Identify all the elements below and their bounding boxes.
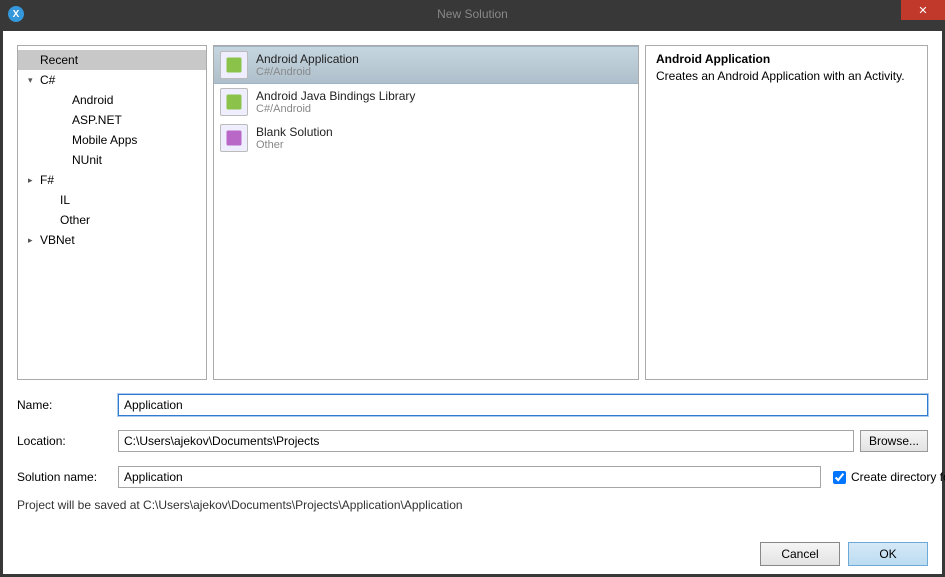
template-title: Android Java Bindings Library: [256, 89, 415, 103]
solution-name-row: Solution name: Create directory for solu…: [17, 466, 928, 488]
tree-item-label: Mobile Apps: [72, 133, 137, 147]
tree-item[interactable]: ▸VBNet: [18, 230, 206, 250]
close-icon: ✕: [918, 4, 927, 17]
tree-item[interactable]: Mobile Apps: [18, 130, 206, 150]
tree-item[interactable]: ▾C#: [18, 70, 206, 90]
name-label: Name:: [17, 398, 112, 412]
tree-item-label: VBNet: [40, 233, 75, 247]
create-dir-checkbox[interactable]: [833, 471, 846, 484]
template-item[interactable]: Android Java Bindings LibraryC#/Android: [214, 84, 638, 120]
detail-heading: Android Application: [656, 52, 917, 66]
dialog-buttons: Cancel OK: [17, 526, 928, 566]
tree-item[interactable]: ▸F#: [18, 170, 206, 190]
tree-item[interactable]: Other: [18, 210, 206, 230]
detail-panel: Android Application Creates an Android A…: [645, 45, 928, 380]
template-list-panel: Android ApplicationC#/AndroidAndroid Jav…: [213, 45, 639, 380]
template-title: Blank Solution: [256, 125, 333, 139]
save-path-text: Project will be saved at C:\Users\ajekov…: [17, 498, 928, 512]
name-row: Name:: [17, 394, 928, 416]
template-list[interactable]: Android ApplicationC#/AndroidAndroid Jav…: [214, 46, 638, 156]
template-subtitle: Other: [256, 139, 333, 151]
tree-item[interactable]: IL: [18, 190, 206, 210]
tree-item[interactable]: NUnit: [18, 150, 206, 170]
browse-button[interactable]: Browse...: [860, 430, 928, 452]
template-title: Android Application: [256, 52, 359, 66]
location-label: Location:: [17, 434, 112, 448]
template-subtitle: C#/Android: [256, 103, 415, 115]
tree-item-label: ASP.NET: [72, 113, 122, 127]
template-subtitle: C#/Android: [256, 66, 359, 78]
template-text: Android ApplicationC#/Android: [256, 52, 359, 78]
app-icon: X: [8, 6, 24, 22]
template-icon: [220, 51, 248, 79]
dialog-content: Recent▾C#AndroidASP.NETMobile AppsNUnit▸…: [3, 31, 942, 574]
close-button[interactable]: ✕: [901, 0, 945, 20]
panels-row: Recent▾C#AndroidASP.NETMobile AppsNUnit▸…: [17, 45, 928, 380]
tree-item-label: F#: [40, 173, 54, 187]
solution-name-label: Solution name:: [17, 470, 112, 484]
name-input[interactable]: [118, 394, 928, 416]
window-title: New Solution: [0, 7, 945, 21]
tree-item-label: IL: [60, 193, 70, 207]
location-input[interactable]: [118, 430, 854, 452]
tree-item-label: Android: [72, 93, 113, 107]
dialog-window: X New Solution ✕ Recent▾C#AndroidASP.NET…: [0, 0, 945, 577]
create-dir-checkbox-wrap[interactable]: Create directory for solution: [833, 470, 928, 484]
template-icon: [220, 88, 248, 116]
expand-arrow-icon: ▾: [28, 75, 40, 86]
template-text: Blank SolutionOther: [256, 125, 333, 151]
ok-button[interactable]: OK: [848, 542, 928, 566]
create-dir-label: Create directory for solution: [851, 470, 945, 484]
template-item[interactable]: Android ApplicationC#/Android: [214, 46, 638, 84]
template-text: Android Java Bindings LibraryC#/Android: [256, 89, 415, 115]
category-tree[interactable]: Recent▾C#AndroidASP.NETMobile AppsNUnit▸…: [18, 46, 206, 254]
tree-item[interactable]: Android: [18, 90, 206, 110]
template-icon: [220, 124, 248, 152]
tree-item[interactable]: ASP.NET: [18, 110, 206, 130]
tree-item-label: C#: [40, 73, 55, 87]
template-item[interactable]: Blank SolutionOther: [214, 120, 638, 156]
expand-arrow-icon: ▸: [28, 175, 40, 186]
tree-item-label: NUnit: [72, 153, 102, 167]
location-row: Location: Browse...: [17, 430, 928, 452]
detail-description: Creates an Android Application with an A…: [656, 69, 917, 83]
expand-arrow-icon: ▸: [28, 235, 40, 246]
category-tree-panel: Recent▾C#AndroidASP.NETMobile AppsNUnit▸…: [17, 45, 207, 380]
tree-item[interactable]: Recent: [18, 50, 206, 70]
tree-item-label: Recent: [40, 53, 78, 67]
tree-item-label: Other: [60, 213, 90, 227]
cancel-button[interactable]: Cancel: [760, 542, 840, 566]
titlebar[interactable]: X New Solution ✕: [0, 0, 945, 28]
solution-name-input[interactable]: [118, 466, 821, 488]
